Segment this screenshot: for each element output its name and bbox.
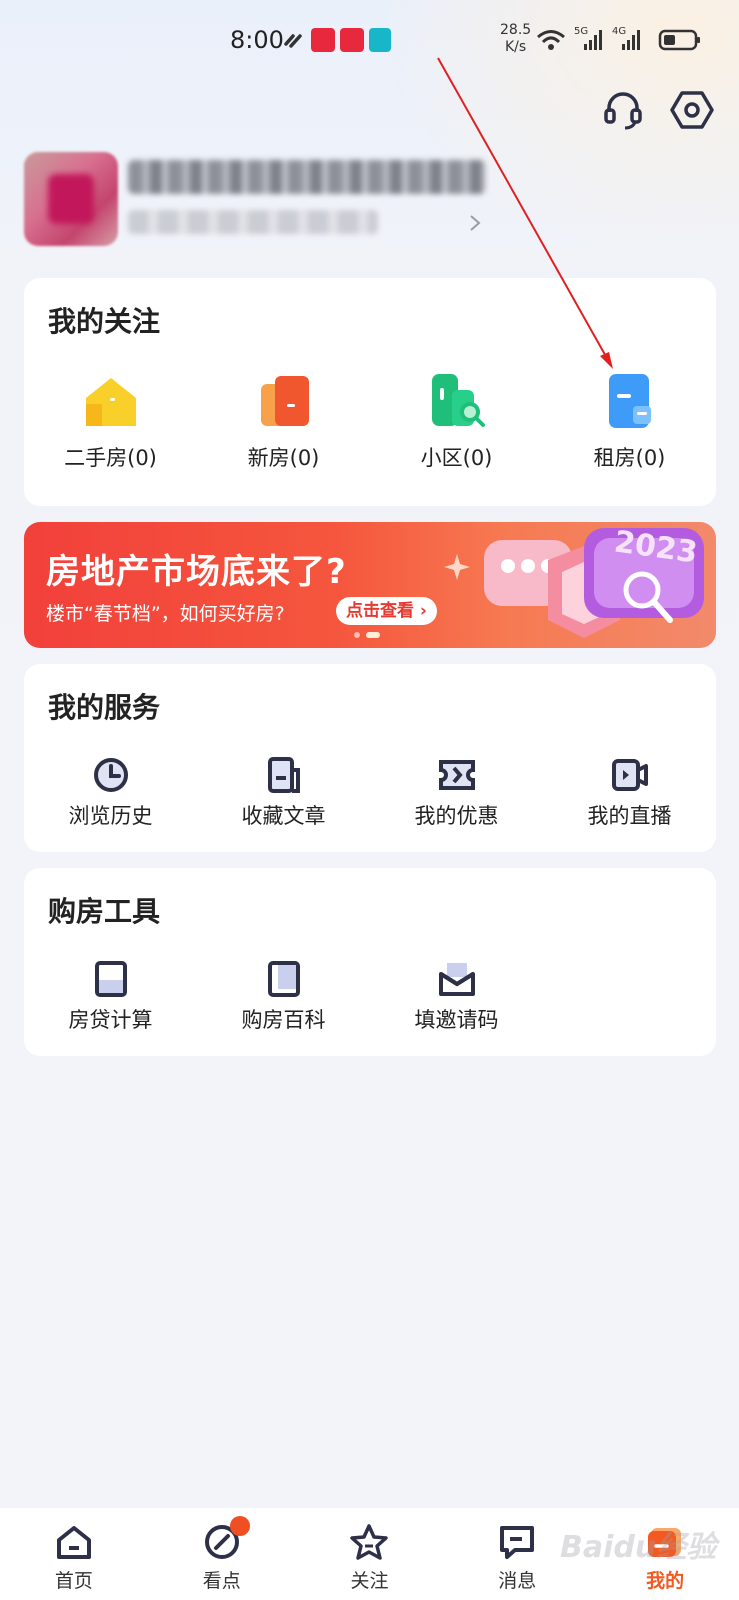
tab-following[interactable]: 关注 — [296, 1508, 444, 1600]
pagination-dot — [354, 632, 360, 638]
tab-label: 关注 — [350, 1570, 389, 1592]
clock-icon — [93, 758, 128, 792]
favorite-label: 租房(0) — [593, 446, 666, 470]
service-coupons[interactable]: 我的优惠 — [370, 756, 543, 830]
signal-icon — [622, 30, 640, 50]
message-icon — [500, 1526, 535, 1559]
watermark-text: Baidu经验 — [560, 1530, 717, 1565]
chevron-right-icon — [470, 215, 481, 231]
user-name-blurred[interactable] — [128, 160, 486, 194]
favorite-rental[interactable]: 租房(0) — [543, 370, 716, 472]
favorite-label: 新房(0) — [247, 446, 320, 470]
bookmark-article-icon — [267, 757, 300, 793]
network-speed-unit: K/s — [504, 39, 527, 55]
tab-label-active: 我的 — [646, 1570, 685, 1592]
sparkle-icon — [444, 554, 470, 580]
tab-label: 消息 — [498, 1570, 537, 1592]
tool-label: 房贷计算 — [68, 1008, 153, 1032]
star-icon — [350, 1524, 389, 1560]
live-video-icon — [611, 759, 648, 791]
banner-button-label: 点击查看 — [346, 601, 414, 621]
network-speed: 28.5 K/s — [500, 22, 531, 56]
headset-icon[interactable] — [601, 88, 645, 132]
network-speed-value: 28.5 — [500, 22, 532, 38]
banner-subtitle: 楼市“春节档”，如何买好房? — [46, 603, 285, 625]
services-card: 我的服务 浏览历史 收藏文章 我的优惠 我的直播 — [24, 664, 716, 852]
community-search-icon — [431, 374, 485, 427]
user-info-blurred — [128, 210, 378, 234]
tool-label: 填邀请码 — [414, 1008, 499, 1032]
tool-invite-code[interactable]: 填邀请码 — [370, 960, 543, 1034]
flow-icon — [284, 34, 302, 48]
signal-icon — [584, 30, 602, 50]
status-time: 8:00 — [230, 26, 284, 54]
tab-home[interactable]: 首页 — [0, 1508, 148, 1600]
pagination-dot-active — [366, 632, 380, 638]
book-icon — [267, 961, 300, 997]
tools-title: 购房工具 — [48, 895, 161, 928]
wifi-icon — [537, 30, 565, 50]
secondhand-house-icon — [85, 378, 136, 426]
chevron-right-icon: › — [419, 601, 427, 621]
tool-encyclopedia[interactable]: 购房百科 — [197, 960, 370, 1034]
favorites-card: 我的关注 二手房(0) 新房(0) 小区(0) 租房(0) — [24, 278, 716, 506]
home-icon — [56, 1526, 91, 1559]
battery-icon — [658, 29, 700, 51]
promo-banner[interactable]: 房地产市场底来了? 楼市“春节档”，如何买好房? 点击查看 › 2023 — [24, 522, 716, 648]
favorite-newhouse[interactable]: 新房(0) — [197, 370, 370, 472]
app-notification-icon — [340, 28, 364, 52]
reader-app-icon — [369, 28, 391, 52]
banner-pagination — [354, 632, 380, 638]
service-label: 我的优惠 — [414, 804, 499, 828]
favorite-community[interactable]: 小区(0) — [370, 370, 543, 472]
service-favorites[interactable]: 收藏文章 — [197, 756, 370, 830]
service-history[interactable]: 浏览历史 — [24, 756, 197, 830]
calculator-icon — [94, 961, 127, 997]
coupon-icon — [438, 760, 475, 790]
banner-title: 房地产市场底来了? — [46, 552, 347, 592]
tools-card: 购房工具 房贷计算 购房百科 填邀请码 — [24, 868, 716, 1056]
service-label: 浏览历史 — [68, 804, 153, 828]
favorites-title: 我的关注 — [48, 305, 161, 338]
tool-mortgage-calculator[interactable]: 房贷计算 — [24, 960, 197, 1034]
tool-label: 购房百科 — [241, 1008, 326, 1032]
notification-badge — [229, 1516, 250, 1536]
service-live[interactable]: 我的直播 — [543, 756, 716, 830]
tab-label: 首页 — [54, 1570, 93, 1592]
favorite-secondhand[interactable]: 二手房(0) — [24, 370, 197, 472]
avatar[interactable] — [24, 152, 118, 246]
status-bar: 8:00 28.5 K/s 5G 4G — [0, 0, 739, 80]
banner-view-button[interactable]: 点击查看 › — [336, 597, 437, 625]
invite-envelope-icon — [438, 963, 475, 996]
favorite-label: 小区(0) — [420, 446, 493, 470]
app-notification-icon — [311, 28, 335, 52]
settings-icon[interactable] — [670, 88, 714, 132]
new-house-icon — [260, 376, 309, 426]
service-label: 我的直播 — [587, 804, 672, 828]
tab-label: 看点 — [202, 1570, 241, 1592]
service-label: 收藏文章 — [241, 804, 326, 828]
favorite-label: 二手房(0) — [64, 446, 157, 470]
services-title: 我的服务 — [48, 691, 161, 724]
rental-house-icon — [608, 374, 651, 428]
tab-highlights[interactable]: 看点 — [148, 1508, 296, 1600]
